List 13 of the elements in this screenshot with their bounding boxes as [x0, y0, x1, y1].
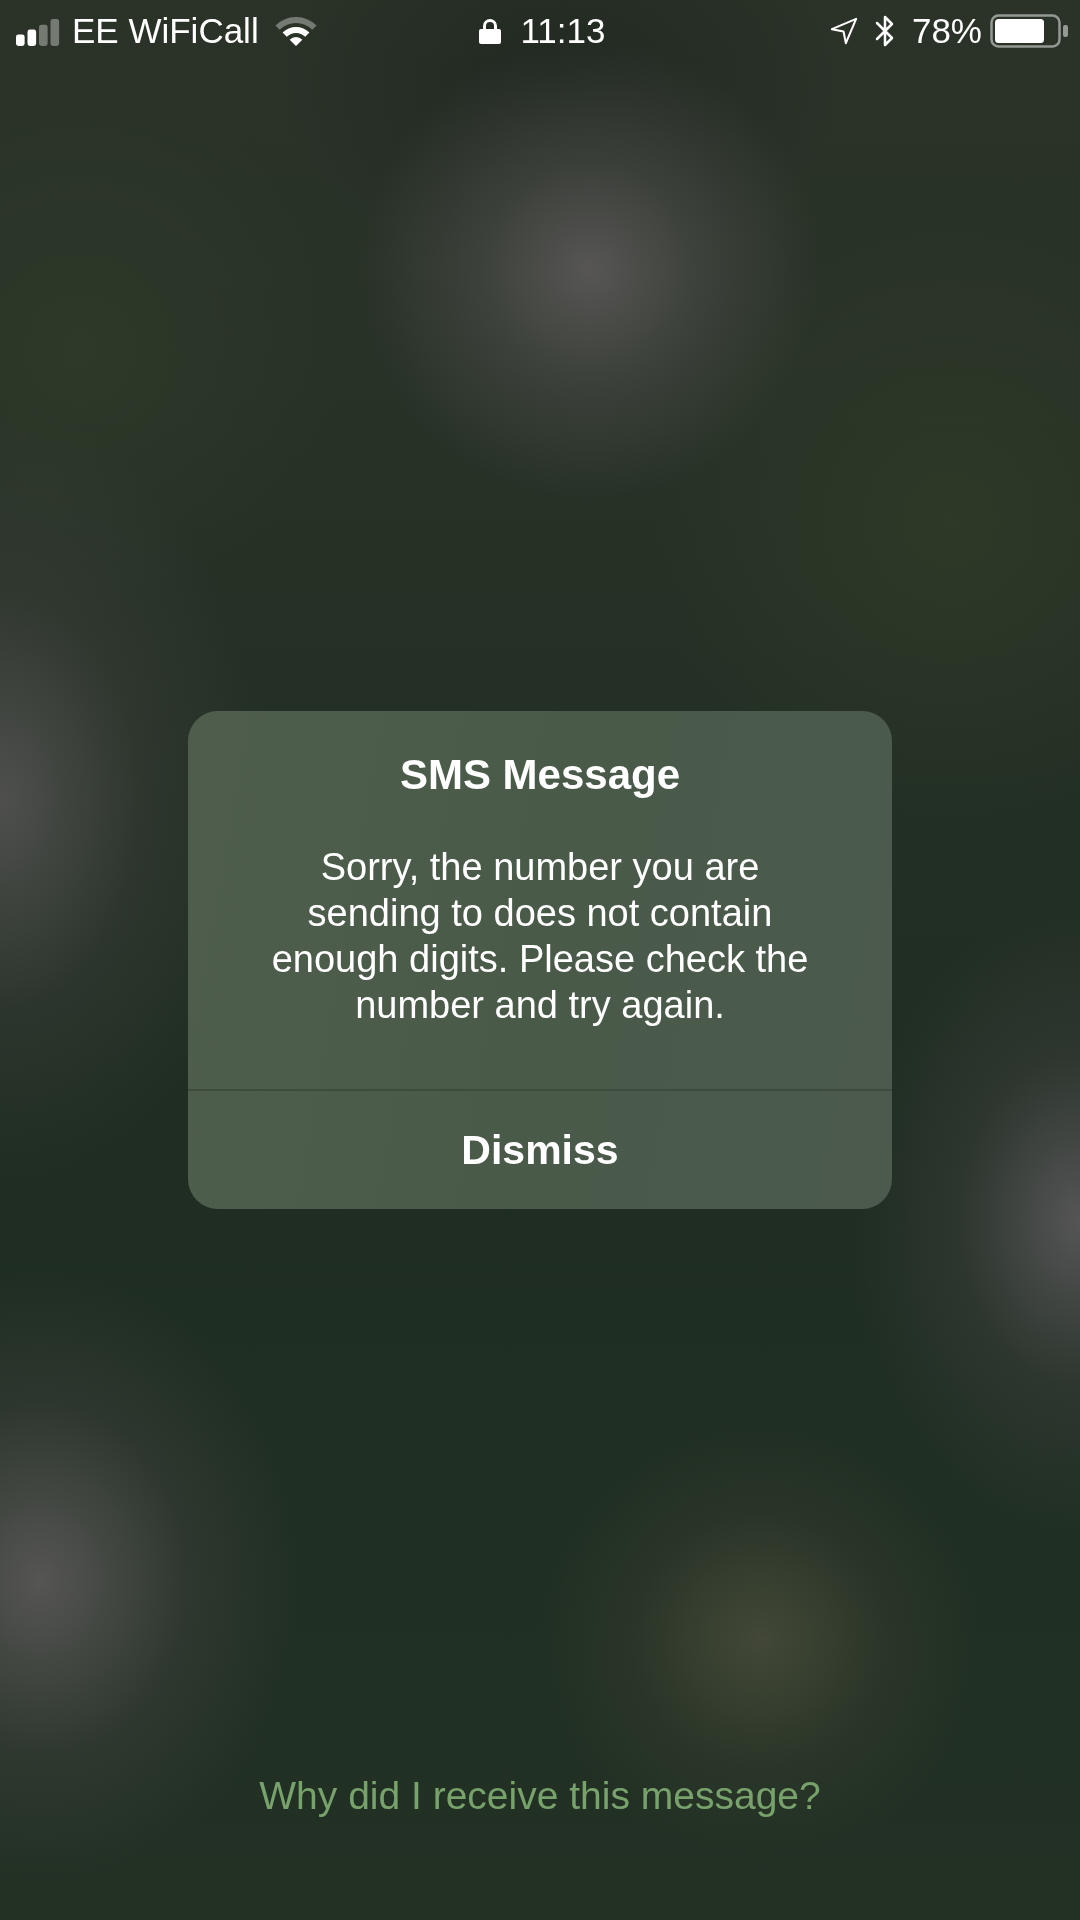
dismiss-button[interactable]: Dismiss: [188, 1089, 892, 1209]
location-arrow-icon: [829, 17, 858, 45]
lock-icon: [478, 18, 501, 44]
signal-icon: [16, 16, 62, 46]
battery-percentage: 78%: [911, 11, 982, 51]
bluetooth-icon: [873, 14, 896, 48]
alert-title: SMS Message: [399, 750, 681, 800]
carrier-name: EE WiFiCall: [72, 11, 259, 51]
wifi-icon: [274, 16, 317, 46]
help-link[interactable]: Why did I receive this message?: [259, 1771, 821, 1821]
clock-time: 11:13: [520, 11, 606, 51]
battery-icon: [990, 14, 1068, 48]
alert-message: Sorry, the number you are sending to does not contain enough digits. Please check the number and try again.: [270, 845, 810, 1028]
